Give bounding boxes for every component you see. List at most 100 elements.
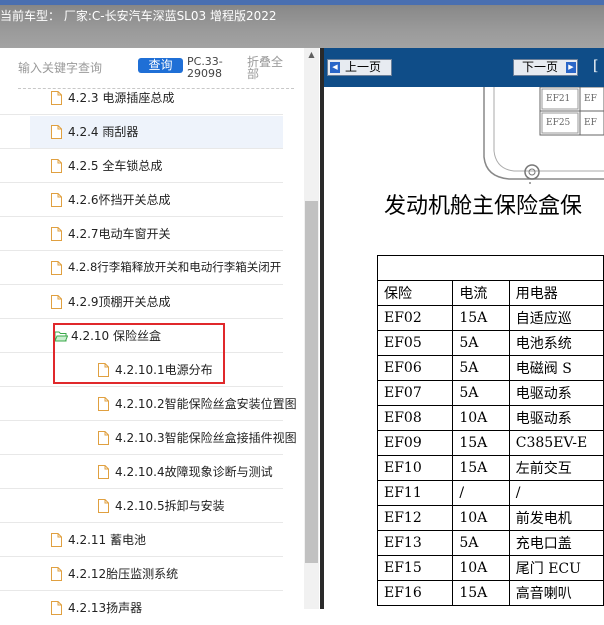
document-icon — [98, 499, 109, 513]
cell-current: 10A — [452, 555, 510, 581]
tree-item-4-2-5[interactable]: 4.2.5 全车锁总成 — [0, 150, 300, 183]
search-input[interactable] — [18, 59, 133, 77]
cell-fuse: EF11 — [376, 480, 454, 506]
tree-item-4-2-11[interactable]: 4.2.11 蓄电池 — [0, 524, 300, 557]
svg-text:EF: EF — [584, 94, 597, 104]
tree-item-4-2-10-3[interactable]: 4.2.10.3智能保险丝盒接插件视图 — [0, 422, 300, 455]
nav-link[interactable]: [ — [593, 58, 598, 74]
tree-item-label: 4.2.3 电源插座总成 — [68, 91, 175, 105]
row-divider — [0, 318, 283, 319]
row-divider — [0, 386, 283, 387]
collapse-all-button[interactable]: 折叠全部 — [247, 56, 287, 80]
tree-item-label: 4.2.12胎压监测系统 — [68, 567, 179, 581]
document-icon — [51, 159, 62, 173]
document-icon — [51, 193, 62, 207]
prev-page-button[interactable]: ◀ 上一页 — [327, 59, 392, 76]
cell-fuse: EF10 — [376, 455, 454, 481]
document-icon — [98, 431, 109, 445]
row-divider — [0, 216, 283, 217]
cell-fuse: EF15 — [376, 555, 454, 581]
cell-fuse: EF05 — [376, 330, 454, 356]
table-row: EF10 15A 左前交互 — [376, 455, 604, 481]
cell-consumer: 高音喇叭 — [508, 580, 604, 606]
cell-fuse: EF06 — [376, 355, 454, 381]
cell-current: 15A — [452, 580, 510, 606]
document-icon — [51, 601, 62, 615]
document-icon — [51, 261, 62, 275]
cell-fuse: EF08 — [376, 405, 454, 431]
tree-item-4-2-10-5[interactable]: 4.2.10.5拆卸与安装 — [0, 490, 300, 523]
cell-consumer: 自适应巡 — [508, 305, 604, 331]
tree-item-label: 4.2.5 全车锁总成 — [68, 159, 163, 173]
cell-current: / — [452, 480, 510, 506]
prev-page-label: 上一页 — [345, 60, 382, 74]
tree-item-4-2-6[interactable]: 4.2.6怀挡开关总成 — [0, 184, 300, 217]
tree-item-label: 4.2.6怀挡开关总成 — [68, 193, 171, 207]
cell-current: 5A — [452, 355, 510, 381]
tree-item-label: 4.2.7电动车窗开关 — [68, 227, 171, 241]
scrollbar-thumb[interactable] — [305, 201, 318, 563]
tree-item-4-2-7[interactable]: 4.2.7电动车窗开关 — [0, 218, 300, 251]
tree-item-label: 4.2.9顶棚开关总成 — [68, 295, 171, 309]
table-row: EF11// — [376, 480, 604, 506]
query-button[interactable]: 查询 — [138, 58, 183, 73]
row-divider — [0, 284, 283, 285]
table-row: EF08 10A 电驱动系 — [376, 405, 604, 431]
tree-item-4-2-9[interactable]: 4.2.9顶棚开关总成 — [0, 286, 300, 319]
table-row: EF05 5A 电池系统 — [376, 330, 604, 356]
tree-item-4-2-8[interactable]: 4.2.8行李箱释放开关和电动行李箱关闭开 — [0, 252, 300, 285]
table-row: EF09 15A C385EV-E — [376, 430, 604, 456]
tree-item-4-2-4[interactable]: 4.2.4 雨刮器 — [0, 116, 300, 149]
tree-item-4-2-10-4[interactable]: 4.2.10.4故障现象诊断与测试 — [0, 456, 300, 489]
next-page-button[interactable]: 下一页 ▶ — [513, 59, 578, 76]
cell-current: 10A — [452, 505, 510, 531]
table-row: EF06 5A 电磁阀 S — [376, 355, 604, 381]
row-divider — [0, 556, 283, 557]
tree-item-4-2-10-2[interactable]: 4.2.10.2智能保险丝盒安装位置图 — [0, 388, 300, 421]
document-icon — [98, 397, 109, 411]
cell-fuse: EF09 — [376, 430, 454, 456]
cell-consumer: 电磁阀 S — [508, 355, 604, 381]
header-consumer: 用电器 — [508, 280, 604, 306]
svg-text:EF: EF — [584, 118, 597, 128]
cell-fuse: EF16 — [376, 580, 454, 606]
document-icon — [51, 567, 62, 581]
tree-item-4-2-3[interactable]: 4.2.3 电源插座总成 — [0, 82, 300, 115]
tree-item-4-2-12[interactable]: 4.2.12胎压监测系统 — [0, 558, 300, 591]
arrow-right-icon: ▶ — [566, 62, 576, 73]
cell-fuse: EF02 — [376, 305, 454, 331]
title-bar-strip — [0, 0, 604, 5]
row-divider — [0, 488, 283, 489]
cell-consumer: 左前交互 — [508, 455, 604, 481]
viewer-nav-bar: ◀ 上一页 下一页 ▶ [ — [324, 48, 604, 87]
document-icon — [51, 91, 62, 105]
table-caption-row — [377, 255, 604, 281]
table-header-row: 保险 电流 用电器 — [376, 280, 604, 306]
cell-fuse: EF07 — [376, 380, 454, 406]
cell-current: 15A — [452, 305, 510, 331]
document-icon — [51, 295, 62, 309]
highlight-annotation-box — [53, 323, 225, 384]
row-divider — [0, 182, 283, 183]
table-row: EF07 5A 电驱动系 — [376, 380, 604, 406]
document-page: EF21 EF25 EF EF 发动机舱主保险盒保 保险 电流 用电器 EF02… — [324, 87, 604, 609]
header-current: 电流 — [452, 280, 510, 306]
tree-item-label: 4.2.11 蓄电池 — [68, 533, 146, 547]
cell-current: 15A — [452, 430, 510, 456]
document-title: 发动机舱主保险盒保 — [384, 194, 583, 219]
table-row: EF16 15A 高音喇叭 — [376, 580, 604, 606]
diagram-label: EF25 — [546, 118, 571, 128]
document-icon — [51, 125, 62, 139]
row-divider — [0, 114, 283, 115]
cell-consumer: 电驱动系 — [508, 405, 604, 431]
current-model-title: 当前车型： 厂家:C-长安汽车深蓝SL03 增程版2022 — [0, 9, 277, 23]
tree-item-label: 4.2.10.2智能保险丝盒安装位置图 — [115, 397, 297, 411]
row-divider — [0, 454, 283, 455]
scroll-up-arrow-icon[interactable]: ▲ — [304, 48, 319, 62]
header-fuse: 保险 — [376, 280, 454, 306]
tree-item-label: 4.2.10.3智能保险丝盒接插件视图 — [115, 431, 297, 445]
cell-current: 10A — [452, 405, 510, 431]
title-bar: 当前车型： 厂家:C-长安汽车深蓝SL03 增程版2022 — [0, 0, 604, 48]
cell-current: 5A — [452, 330, 510, 356]
cell-current: 5A — [452, 380, 510, 406]
